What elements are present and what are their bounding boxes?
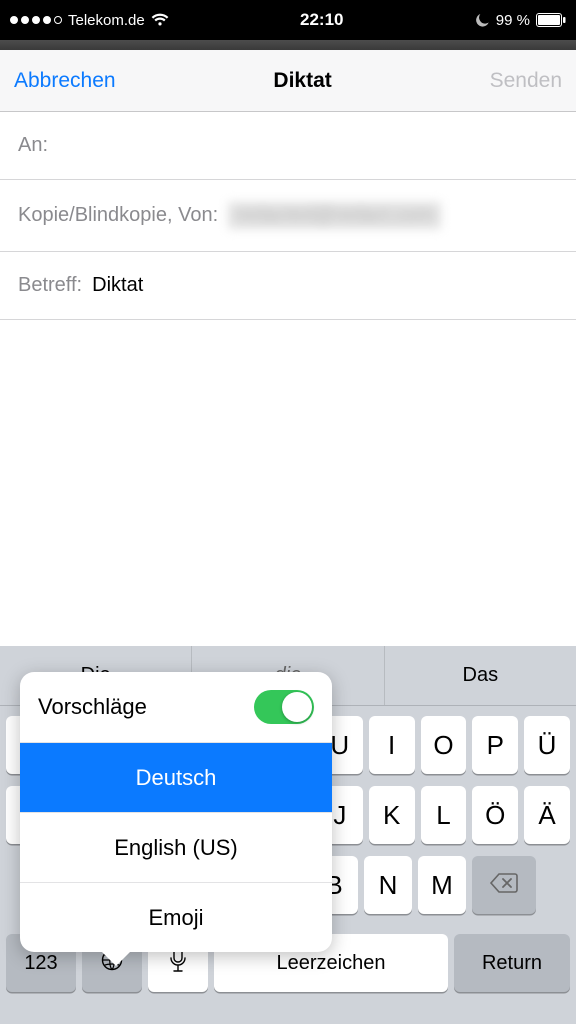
key-oe[interactable]: Ö — [472, 786, 518, 844]
subject-field[interactable]: Betreff: Diktat — [0, 252, 576, 320]
suggestion-3[interactable]: Das — [385, 646, 576, 705]
return-key[interactable]: Return — [454, 934, 570, 992]
key-ae[interactable]: Ä — [524, 786, 570, 844]
key-i[interactable]: I — [369, 716, 415, 774]
suggestions-toggle-row[interactable]: Vorschläge — [20, 672, 332, 742]
backspace-key[interactable] — [472, 856, 536, 914]
backspace-icon — [489, 870, 519, 901]
key-p[interactable]: P — [472, 716, 518, 774]
send-button[interactable]: Senden — [490, 69, 562, 93]
nav-title: Diktat — [273, 69, 331, 93]
cc-from-field[interactable]: Kopie/Blindkopie, Von: redacted@redact.c… — [0, 180, 576, 252]
language-option-deutsch[interactable]: Deutsch — [20, 742, 332, 812]
keyboard-language-popup: Vorschläge Deutsch English (US) Emoji — [20, 672, 332, 952]
to-label: An: — [18, 134, 48, 157]
language-option-emoji[interactable]: Emoji — [20, 882, 332, 952]
to-field[interactable]: An: — [0, 112, 576, 180]
key-ue[interactable]: Ü — [524, 716, 570, 774]
subject-label: Betreff: — [18, 274, 82, 297]
do-not-disturb-icon — [475, 13, 490, 28]
message-body[interactable] — [0, 320, 576, 580]
subject-value: Diktat — [92, 274, 143, 297]
signal-dots-icon — [10, 16, 62, 24]
key-o[interactable]: O — [421, 716, 467, 774]
key-k[interactable]: K — [369, 786, 415, 844]
status-bar: Telekom.de 22:10 99 % — [0, 0, 576, 40]
key-n[interactable]: N — [364, 856, 412, 914]
battery-percent: 99 % — [496, 12, 530, 29]
status-time: 22:10 — [169, 10, 475, 30]
carrier-label: Telekom.de — [68, 12, 145, 29]
cancel-button[interactable]: Abbrechen — [14, 69, 116, 93]
suggestions-toggle[interactable] — [254, 690, 314, 724]
window-background-tab — [0, 40, 576, 50]
compose-nav-bar: Abbrechen Diktat Senden — [0, 50, 576, 112]
wifi-icon — [151, 13, 169, 27]
suggestions-label: Vorschläge — [38, 694, 147, 720]
from-address-redacted: redacted@redact.com — [228, 202, 441, 229]
keyboard: Die die Das Q W E R T Z U I O P Ü A S D — [0, 646, 576, 1024]
battery-icon — [536, 13, 566, 27]
language-option-english[interactable]: English (US) — [20, 812, 332, 882]
cc-label: Kopie/Blindkopie, Von: — [18, 204, 218, 227]
key-l[interactable]: L — [421, 786, 467, 844]
key-m[interactable]: M — [418, 856, 466, 914]
